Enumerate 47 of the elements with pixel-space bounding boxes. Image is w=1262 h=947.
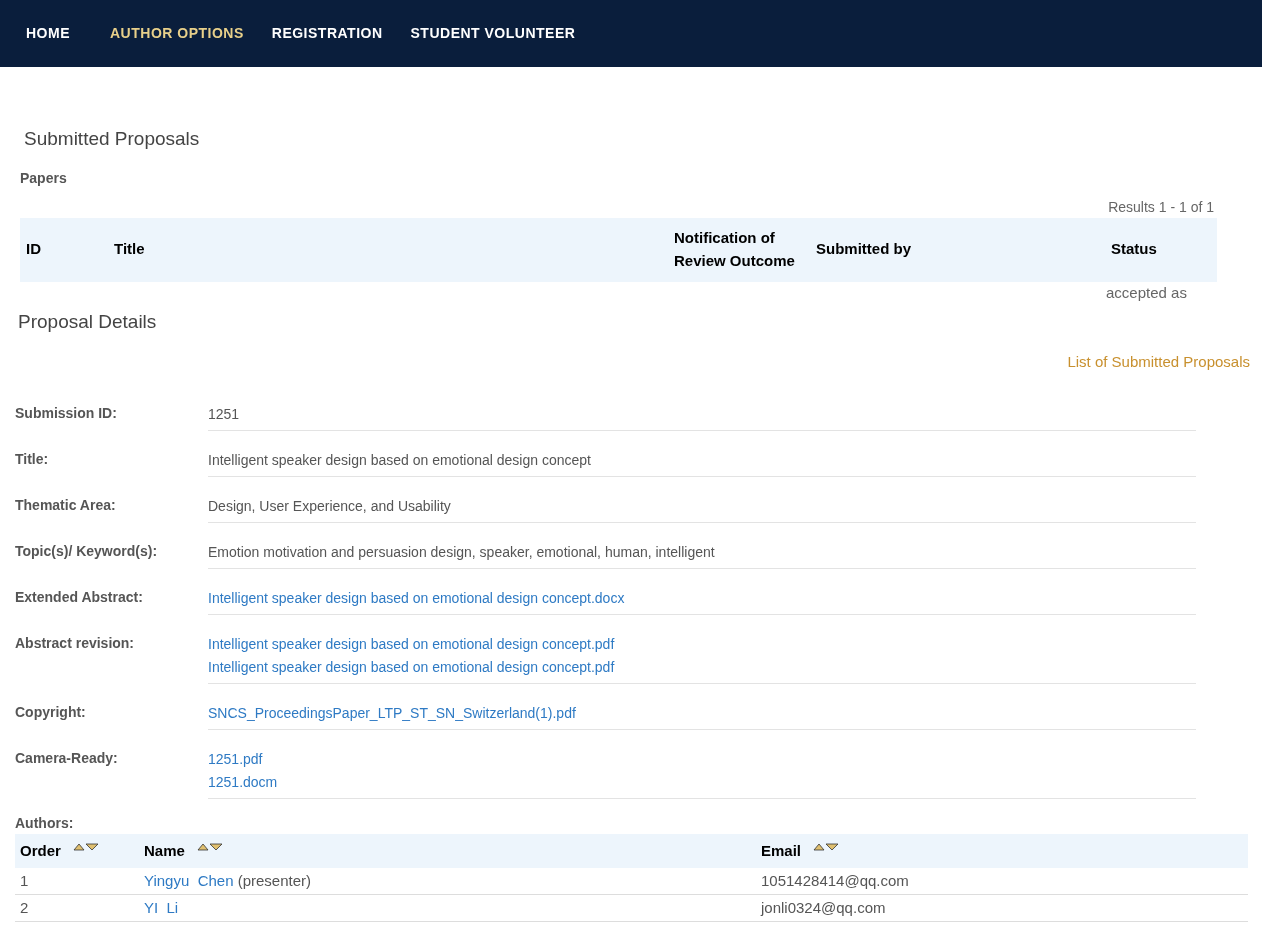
column-header: Notification of Review Outcome xyxy=(674,229,795,269)
sort-icon[interactable] xyxy=(72,842,99,852)
field-label: Submission ID: xyxy=(15,405,117,421)
table-cell: 2 xyxy=(20,898,29,916)
author-link[interactable]: Yingyu Chen xyxy=(144,871,234,889)
field-value: 1251 xyxy=(208,406,240,422)
nav-link[interactable]: REGISTRATION xyxy=(271,23,383,44)
nav-link[interactable]: AUTHOR OPTIONS xyxy=(110,23,244,44)
file-link[interactable]: 1251.pdf xyxy=(208,751,263,767)
column-header: Name xyxy=(144,841,185,859)
status-text: accepted as xyxy=(1106,283,1187,301)
file-link[interactable]: Intelligent speaker design based on emotional design concept.pdf xyxy=(208,636,615,652)
section-heading: Papers xyxy=(20,168,68,188)
column-header: Order xyxy=(20,841,61,859)
sort-icon[interactable] xyxy=(196,842,223,852)
nav-link[interactable]: HOME xyxy=(26,23,70,44)
section-title: Proposal Details xyxy=(18,310,158,334)
field-value: Intelligent speaker design based on emotional design concept xyxy=(208,452,591,468)
file-link[interactable]: Intelligent speaker design based on emotional design concept.docx xyxy=(208,590,625,606)
table-cell: jonli0324@qq.com xyxy=(761,898,886,916)
field-value: Design, User Experience, and Usability xyxy=(208,498,451,514)
column-header: Email xyxy=(761,841,802,859)
field-label: Abstract revision: xyxy=(15,635,135,651)
field-label: Copyright: xyxy=(15,704,86,720)
sort-icon[interactable] xyxy=(813,842,840,852)
column-header: ID xyxy=(26,240,41,258)
author-link[interactable]: YI Li xyxy=(144,898,179,916)
results-count: Results 1 - 1 of 1 xyxy=(1108,197,1214,217)
presenter-note: (presenter) xyxy=(237,871,312,889)
field-label: Title: xyxy=(15,451,49,467)
table-cell: 1 xyxy=(20,871,29,889)
nav-link[interactable]: STUDENT VOLUNTEER xyxy=(410,23,576,44)
field-label: Extended Abstract: xyxy=(15,589,143,605)
authors-label: Authors: xyxy=(15,815,74,831)
file-link[interactable]: 1251.docm xyxy=(208,774,278,790)
field-label: Topic(s)/ Keyword(s): xyxy=(15,543,158,559)
field-label: Camera-Ready: xyxy=(15,750,118,766)
page-title: Submitted Proposals xyxy=(24,127,201,151)
file-link[interactable]: SNCS_ProceedingsPaper_LTP_ST_SN_Switzerland(1).pdf xyxy=(208,705,576,721)
back-link[interactable]: List of Submitted Proposals xyxy=(1067,350,1250,373)
column-header: Title xyxy=(114,240,145,258)
column-header: Status xyxy=(1111,240,1157,258)
file-link[interactable]: Intelligent speaker design based on emotional design concept.pdf xyxy=(208,659,615,675)
field-label: Thematic Area: xyxy=(15,497,116,513)
column-header: Submitted by xyxy=(816,240,911,258)
table-cell: 1051428414@qq.com xyxy=(761,871,909,889)
field-value: Emotion motivation and persuasion design, speaker, emotional, human, intelligent xyxy=(208,544,715,560)
